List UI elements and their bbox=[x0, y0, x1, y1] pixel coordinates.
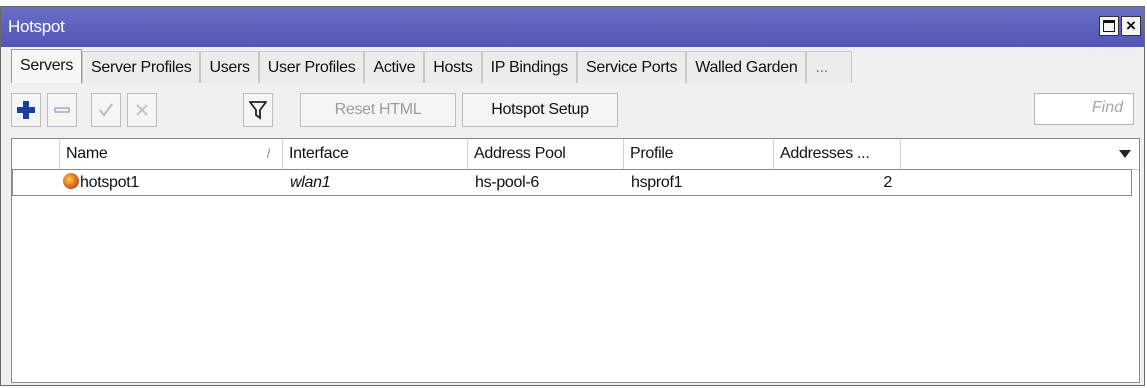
tab-active[interactable]: Active bbox=[364, 51, 425, 83]
window-title: Hotspot bbox=[8, 17, 65, 36]
reset-html-button[interactable]: Reset HTML bbox=[300, 93, 456, 127]
x-icon bbox=[136, 104, 148, 116]
plus-icon bbox=[17, 101, 35, 119]
title-bar[interactable]: Hotspot × bbox=[1, 7, 1144, 47]
tab-bar: Servers Server Profiles Users User Profi… bbox=[11, 49, 853, 83]
column-header-address-pool[interactable]: Address Pool bbox=[468, 139, 624, 169]
cell-name: hotspot1 bbox=[57, 170, 282, 195]
hotspot-setup-button[interactable]: Hotspot Setup bbox=[462, 93, 618, 127]
maximize-icon bbox=[1103, 20, 1115, 32]
tab-user-profiles[interactable]: User Profiles bbox=[258, 51, 365, 83]
sort-indicator: / bbox=[266, 146, 271, 161]
tab-walled-garden[interactable]: Walled Garden bbox=[686, 51, 807, 83]
hotspot-window: Hotspot × Servers Server Profiles Users … bbox=[0, 6, 1145, 386]
tab-server-profiles[interactable]: Server Profiles bbox=[82, 51, 201, 83]
column-header-addresses[interactable]: Addresses ... bbox=[774, 139, 901, 169]
servers-table: Name / Interface Address Pool Profile Ad… bbox=[11, 138, 1140, 383]
filter-icon bbox=[248, 101, 268, 120]
add-button[interactable] bbox=[11, 93, 41, 127]
enable-button[interactable] bbox=[91, 93, 121, 127]
close-icon: × bbox=[1126, 16, 1136, 35]
column-header-interface[interactable]: Interface bbox=[283, 139, 468, 169]
table-header: Name / Interface Address Pool Profile Ad… bbox=[12, 139, 1139, 170]
tab-users[interactable]: Users bbox=[200, 51, 259, 83]
disable-button[interactable] bbox=[127, 93, 157, 127]
column-header-profile[interactable]: Profile bbox=[624, 139, 774, 169]
remove-button[interactable] bbox=[47, 93, 77, 127]
hotspot-server-icon bbox=[63, 173, 79, 189]
tab-hosts[interactable]: Hosts bbox=[424, 51, 482, 83]
tab-servers[interactable]: Servers bbox=[11, 49, 83, 83]
cell-address-pool: hs-pool-6 bbox=[475, 174, 540, 191]
column-menu-icon[interactable] bbox=[1119, 150, 1131, 158]
filter-button[interactable] bbox=[243, 93, 273, 127]
column-label: Name bbox=[66, 145, 108, 162]
find-input[interactable]: Find bbox=[1034, 93, 1134, 125]
cell-name-text: hotspot1 bbox=[80, 174, 139, 191]
check-icon bbox=[99, 103, 113, 117]
cell-addresses: 2 bbox=[883, 174, 892, 191]
cell-profile: hsprof1 bbox=[631, 174, 683, 191]
maximize-button[interactable] bbox=[1099, 16, 1119, 36]
cell-interface: wlan1 bbox=[290, 174, 331, 191]
tab-more[interactable]: ... bbox=[806, 51, 853, 83]
close-button[interactable]: × bbox=[1121, 16, 1141, 36]
table-row[interactable]: hotspot1 wlan1 hs-pool-6 hsprof1 2 bbox=[12, 169, 1132, 196]
tab-service-ports[interactable]: Service Ports bbox=[577, 51, 687, 83]
minus-icon bbox=[54, 107, 70, 113]
tab-ip-bindings[interactable]: IP Bindings bbox=[481, 51, 577, 83]
column-header-name[interactable]: Name / bbox=[60, 139, 283, 169]
header-spacer bbox=[12, 139, 60, 169]
toolbar: Reset HTML Hotspot Setup Find bbox=[11, 90, 1134, 130]
